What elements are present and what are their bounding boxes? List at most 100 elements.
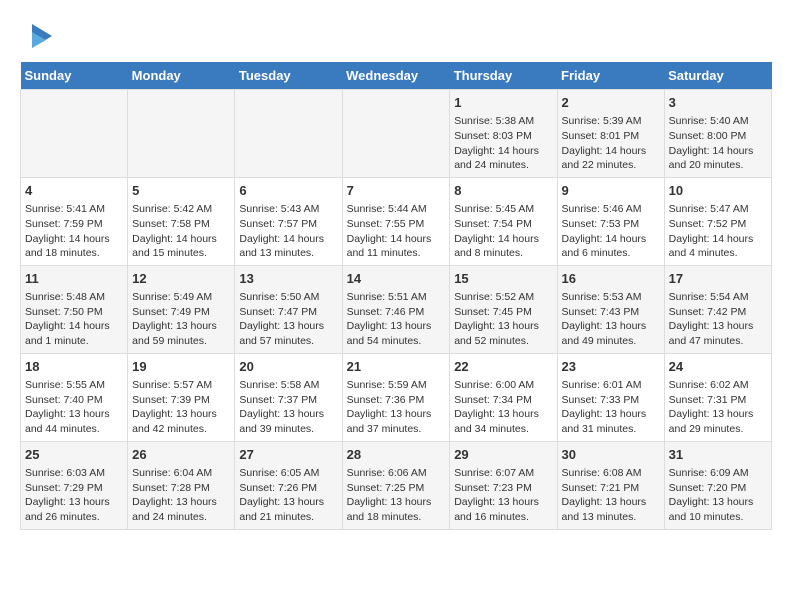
calendar-week-2: 4 Sunrise: 5:41 AMSunset: 7:59 PMDaylight… <box>21 177 772 265</box>
day-number: 3 <box>669 94 767 112</box>
day-number: 18 <box>25 358 123 376</box>
day-content: Sunrise: 5:41 AMSunset: 7:59 PMDaylight:… <box>25 202 123 261</box>
day-number: 4 <box>25 182 123 200</box>
calendar-cell: 18 Sunrise: 5:55 AMSunset: 7:40 PMDayligh… <box>21 353 128 441</box>
day-number: 1 <box>454 94 552 112</box>
calendar-cell: 15 Sunrise: 5:52 AMSunset: 7:45 PMDayligh… <box>450 265 557 353</box>
calendar-cell: 25 Sunrise: 6:03 AMSunset: 7:29 PMDayligh… <box>21 441 128 529</box>
calendar-cell <box>342 90 450 178</box>
logo <box>20 20 56 52</box>
day-number: 8 <box>454 182 552 200</box>
calendar-cell: 22 Sunrise: 6:00 AMSunset: 7:34 PMDayligh… <box>450 353 557 441</box>
calendar-cell: 23Sunrise: 6:01 AMSunset: 7:33 PMDayligh… <box>557 353 664 441</box>
calendar-cell: 17 Sunrise: 5:54 AMSunset: 7:42 PMDayligh… <box>664 265 771 353</box>
calendar-cell: 16 Sunrise: 5:53 AMSunset: 7:43 PMDayligh… <box>557 265 664 353</box>
day-header-monday: Monday <box>128 62 235 90</box>
day-number: 17 <box>669 270 767 288</box>
day-number: 9 <box>562 182 660 200</box>
day-number: 22 <box>454 358 552 376</box>
calendar-cell: 8Sunrise: 5:45 AMSunset: 7:54 PMDaylight… <box>450 177 557 265</box>
day-content: Sunrise: 5:52 AMSunset: 7:45 PMDaylight:… <box>454 290 552 349</box>
day-content: Sunrise: 5:39 AMSunset: 8:01 PMDaylight:… <box>562 114 660 173</box>
day-content: Sunrise: 5:50 AMSunset: 7:47 PMDaylight:… <box>239 290 337 349</box>
day-number: 27 <box>239 446 337 464</box>
calendar-cell: 21 Sunrise: 5:59 AMSunset: 7:36 PMDayligh… <box>342 353 450 441</box>
day-content: Sunrise: 6:06 AMSunset: 7:25 PMDaylight:… <box>347 466 446 525</box>
day-number: 14 <box>347 270 446 288</box>
day-number: 21 <box>347 358 446 376</box>
day-content: Sunrise: 5:46 AMSunset: 7:53 PMDaylight:… <box>562 202 660 261</box>
day-number: 26 <box>132 446 230 464</box>
day-content: Sunrise: 6:09 AMSunset: 7:20 PMDaylight:… <box>669 466 767 525</box>
page-header <box>20 20 772 52</box>
calendar-cell: 24Sunrise: 6:02 AMSunset: 7:31 PMDayligh… <box>664 353 771 441</box>
day-content: Sunrise: 6:03 AMSunset: 7:29 PMDaylight:… <box>25 466 123 525</box>
day-content: Sunrise: 5:38 AMSunset: 8:03 PMDaylight:… <box>454 114 552 173</box>
day-content: Sunrise: 6:01 AMSunset: 7:33 PMDaylight:… <box>562 378 660 437</box>
day-content: Sunrise: 5:42 AMSunset: 7:58 PMDaylight:… <box>132 202 230 261</box>
day-header-sunday: Sunday <box>21 62 128 90</box>
day-content: Sunrise: 6:00 AMSunset: 7:34 PMDaylight:… <box>454 378 552 437</box>
day-number: 24 <box>669 358 767 376</box>
day-number: 15 <box>454 270 552 288</box>
calendar-cell: 9 Sunrise: 5:46 AMSunset: 7:53 PMDaylight… <box>557 177 664 265</box>
calendar-week-1: 1 Sunrise: 5:38 AMSunset: 8:03 PMDaylight… <box>21 90 772 178</box>
calendar-cell: 2 Sunrise: 5:39 AMSunset: 8:01 PMDaylight… <box>557 90 664 178</box>
day-content: Sunrise: 5:53 AMSunset: 7:43 PMDaylight:… <box>562 290 660 349</box>
calendar-cell: 1 Sunrise: 5:38 AMSunset: 8:03 PMDaylight… <box>450 90 557 178</box>
calendar-cell: 12Sunrise: 5:49 AMSunset: 7:49 PMDayligh… <box>128 265 235 353</box>
calendar-cell: 10 Sunrise: 5:47 AMSunset: 7:52 PMDayligh… <box>664 177 771 265</box>
calendar-cell: 31Sunrise: 6:09 AMSunset: 7:20 PMDayligh… <box>664 441 771 529</box>
calendar-week-5: 25 Sunrise: 6:03 AMSunset: 7:29 PMDayligh… <box>21 441 772 529</box>
calendar-week-4: 18 Sunrise: 5:55 AMSunset: 7:40 PMDayligh… <box>21 353 772 441</box>
day-content: Sunrise: 5:48 AMSunset: 7:50 PMDaylight:… <box>25 290 123 349</box>
day-header-saturday: Saturday <box>664 62 771 90</box>
calendar-week-3: 11 Sunrise: 5:48 AMSunset: 7:50 PMDayligh… <box>21 265 772 353</box>
calendar-cell: 19 Sunrise: 5:57 AMSunset: 7:39 PMDayligh… <box>128 353 235 441</box>
day-content: Sunrise: 6:08 AMSunset: 7:21 PMDaylight:… <box>562 466 660 525</box>
calendar-cell: 5Sunrise: 5:42 AMSunset: 7:58 PMDaylight… <box>128 177 235 265</box>
day-number: 12 <box>132 270 230 288</box>
calendar-header-row: SundayMondayTuesdayWednesdayThursdayFrid… <box>21 62 772 90</box>
day-header-tuesday: Tuesday <box>235 62 342 90</box>
day-number: 7 <box>347 182 446 200</box>
day-content: Sunrise: 6:07 AMSunset: 7:23 PMDaylight:… <box>454 466 552 525</box>
day-content: Sunrise: 5:51 AMSunset: 7:46 PMDaylight:… <box>347 290 446 349</box>
day-number: 25 <box>25 446 123 464</box>
day-content: Sunrise: 5:47 AMSunset: 7:52 PMDaylight:… <box>669 202 767 261</box>
day-content: Sunrise: 5:58 AMSunset: 7:37 PMDaylight:… <box>239 378 337 437</box>
day-number: 6 <box>239 182 337 200</box>
day-content: Sunrise: 5:43 AMSunset: 7:57 PMDaylight:… <box>239 202 337 261</box>
day-content: Sunrise: 6:05 AMSunset: 7:26 PMDaylight:… <box>239 466 337 525</box>
logo-icon <box>24 20 56 52</box>
calendar-cell: 28 Sunrise: 6:06 AMSunset: 7:25 PMDayligh… <box>342 441 450 529</box>
calendar-cell <box>128 90 235 178</box>
day-number: 28 <box>347 446 446 464</box>
day-number: 30 <box>562 446 660 464</box>
day-content: Sunrise: 5:54 AMSunset: 7:42 PMDaylight:… <box>669 290 767 349</box>
day-content: Sunrise: 5:59 AMSunset: 7:36 PMDaylight:… <box>347 378 446 437</box>
day-content: Sunrise: 5:44 AMSunset: 7:55 PMDaylight:… <box>347 202 446 261</box>
day-number: 11 <box>25 270 123 288</box>
calendar-cell: 11 Sunrise: 5:48 AMSunset: 7:50 PMDayligh… <box>21 265 128 353</box>
day-header-thursday: Thursday <box>450 62 557 90</box>
calendar-cell: 7 Sunrise: 5:44 AMSunset: 7:55 PMDaylight… <box>342 177 450 265</box>
day-number: 19 <box>132 358 230 376</box>
calendar-cell: 3Sunrise: 5:40 AMSunset: 8:00 PMDaylight… <box>664 90 771 178</box>
day-number: 2 <box>562 94 660 112</box>
day-header-friday: Friday <box>557 62 664 90</box>
calendar-cell: 14 Sunrise: 5:51 AMSunset: 7:46 PMDayligh… <box>342 265 450 353</box>
calendar-cell: 26Sunrise: 6:04 AMSunset: 7:28 PMDayligh… <box>128 441 235 529</box>
calendar-cell: 13 Sunrise: 5:50 AMSunset: 7:47 PMDayligh… <box>235 265 342 353</box>
calendar-cell <box>235 90 342 178</box>
day-content: Sunrise: 5:57 AMSunset: 7:39 PMDaylight:… <box>132 378 230 437</box>
day-number: 16 <box>562 270 660 288</box>
calendar-cell: 29 Sunrise: 6:07 AMSunset: 7:23 PMDayligh… <box>450 441 557 529</box>
calendar-cell: 6 Sunrise: 5:43 AMSunset: 7:57 PMDaylight… <box>235 177 342 265</box>
day-content: Sunrise: 5:55 AMSunset: 7:40 PMDaylight:… <box>25 378 123 437</box>
day-number: 10 <box>669 182 767 200</box>
calendar-cell: 20Sunrise: 5:58 AMSunset: 7:37 PMDayligh… <box>235 353 342 441</box>
calendar-table: SundayMondayTuesdayWednesdayThursdayFrid… <box>20 62 772 530</box>
day-number: 29 <box>454 446 552 464</box>
day-number: 13 <box>239 270 337 288</box>
